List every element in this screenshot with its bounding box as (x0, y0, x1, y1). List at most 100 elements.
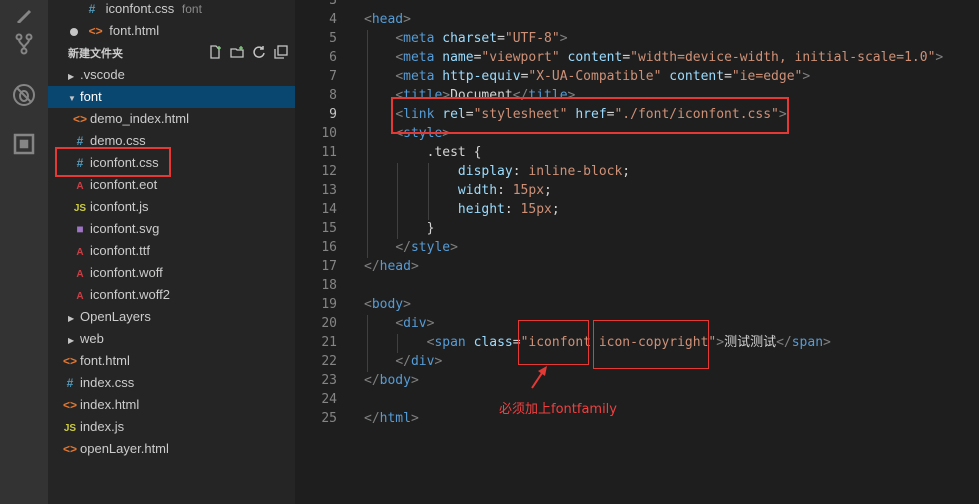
css-file-icon: # (66, 376, 74, 390)
code-token: > (434, 354, 443, 369)
code-line[interactable]: <meta name="viewport" content="width=dev… (364, 48, 943, 67)
tree-file[interactable]: ■ iconfont.svg (48, 218, 295, 240)
tree-file[interactable]: <> font.html (48, 350, 295, 372)
tree-file[interactable]: JS iconfont.js (48, 196, 295, 218)
open-editor-item[interactable]: # iconfont.css font (48, 0, 295, 20)
tree-folder[interactable]: ▼ font (48, 86, 295, 108)
code-token: < (395, 316, 404, 331)
tree-file[interactable]: Aiconfont.woff2 (48, 284, 295, 306)
folder-section-header[interactable]: 新建文件夹 (48, 44, 295, 64)
extensions-icon[interactable] (8, 128, 40, 160)
source-control-icon[interactable] (8, 28, 40, 60)
indent-guide (397, 334, 398, 353)
refresh-icon[interactable] (251, 44, 267, 60)
tree-file[interactable]: Aiconfont.ttf (48, 240, 295, 262)
code-token: meta (403, 69, 435, 84)
code-token: > (403, 297, 411, 312)
highlight-box-link (391, 97, 789, 134)
new-folder-icon[interactable] (229, 44, 245, 60)
code-token: "width=device-width, initial-scale=1.0" (630, 50, 936, 65)
tree-folder[interactable]: ▶ OpenLayers (48, 306, 295, 328)
section-title: 新建文件夹 (68, 48, 123, 60)
code-token: inline-block (528, 164, 623, 179)
code-line[interactable]: <div> (364, 314, 434, 333)
tree-folder[interactable]: ▶ .vscode (48, 64, 295, 86)
code-token: > (935, 50, 944, 65)
line-number: 24 (321, 392, 337, 407)
tree-file[interactable]: Aiconfont.woff (48, 262, 295, 284)
code-token: body (371, 297, 404, 312)
line-number: 8 (329, 88, 337, 103)
chevron-right-icon: ▶ (68, 336, 75, 345)
code-token: } (364, 221, 435, 236)
code-token: > (426, 316, 435, 331)
code-token: : (512, 164, 529, 179)
highlight-box-iconfont (518, 320, 589, 365)
code-line[interactable]: </head> (364, 257, 419, 276)
line-number: 25 (321, 411, 337, 426)
code-line[interactable]: <body> (364, 295, 411, 314)
new-file-icon[interactable] (207, 44, 223, 60)
tree-file[interactable]: # index.css (48, 372, 295, 394)
code-token: height (457, 202, 505, 217)
collapse-all-icon[interactable] (273, 44, 289, 60)
code-token: 15px (520, 202, 552, 217)
tree-file[interactable]: JS index.js (48, 416, 295, 438)
open-editor-name: font.html (109, 23, 160, 38)
highlight-box-iconfont-file (55, 147, 171, 177)
code-token: charset (442, 31, 498, 46)
code-token: display (457, 164, 513, 179)
code-line[interactable]: </div> (364, 352, 442, 371)
code-token: "viewport" (481, 50, 560, 65)
tree-item-label: iconfont.ttf (90, 243, 150, 258)
tree-folder[interactable]: ▶ web (48, 328, 295, 350)
highlight-box-icon-copyright (593, 320, 709, 369)
code-line[interactable]: .test { (364, 143, 482, 162)
code-token: meta (403, 50, 435, 65)
code-token: < (364, 12, 372, 27)
indent-guide (367, 315, 368, 372)
line-number: 20 (321, 316, 337, 331)
code-line[interactable]: <meta charset="UTF-8"> (364, 29, 567, 48)
code-token: class (473, 335, 513, 350)
js-file-icon: JS (63, 423, 77, 434)
code-line[interactable]: <meta http-equiv = "X-UA-Compatible" conte… (364, 67, 810, 86)
tree-file[interactable]: <> index.html (48, 394, 295, 416)
tree-file[interactable]: Aiconfont.eot (48, 174, 295, 196)
code-line[interactable]: </style> (364, 238, 458, 257)
tree-file[interactable]: <> demo_index.html (48, 108, 295, 130)
code-token: = (497, 31, 505, 46)
code-line[interactable]: height: 15px; (364, 200, 560, 219)
code-line[interactable]: width: 15px; (364, 181, 552, 200)
debug-icon[interactable] (8, 79, 40, 111)
code-line[interactable]: <head> (364, 10, 411, 29)
code-token: content (567, 50, 623, 65)
tree-item-label: font.html (80, 353, 130, 368)
line-number: 3 (329, 0, 337, 8)
code-token: </ (395, 354, 411, 369)
code-token: : (504, 202, 521, 217)
code-line[interactable]: } (364, 219, 435, 238)
tree-item-label: web (80, 331, 104, 346)
css-file-icon: # (88, 2, 96, 16)
tree-file[interactable]: <> openLayer.html (48, 438, 295, 460)
code-token: .test { (364, 145, 482, 160)
line-number: 4 (329, 12, 337, 27)
code-line[interactable]: display: inline-block; (364, 162, 630, 181)
code-editor[interactable]: 3 4 <head> 5 <meta charset="UTF-8"> 6 <meta … (295, 0, 979, 504)
line-number: 15 (321, 221, 337, 236)
code-line[interactable]: </html> (364, 409, 419, 428)
code-line[interactable]: </body> (364, 371, 419, 390)
open-editor-item[interactable]: <> font.html (48, 20, 295, 42)
open-editor-name: iconfont.css (105, 1, 175, 16)
open-editor-desc: font (181, 2, 202, 16)
font-file-icon: A (76, 291, 84, 302)
code-token: style (410, 240, 451, 255)
tree-item-label: iconfont.svg (90, 221, 160, 236)
unsaved-dot-icon (70, 27, 78, 36)
tree-item-label: iconfont.woff2 (90, 287, 170, 302)
code-token: = (622, 50, 631, 65)
line-number: 11 (321, 145, 337, 160)
